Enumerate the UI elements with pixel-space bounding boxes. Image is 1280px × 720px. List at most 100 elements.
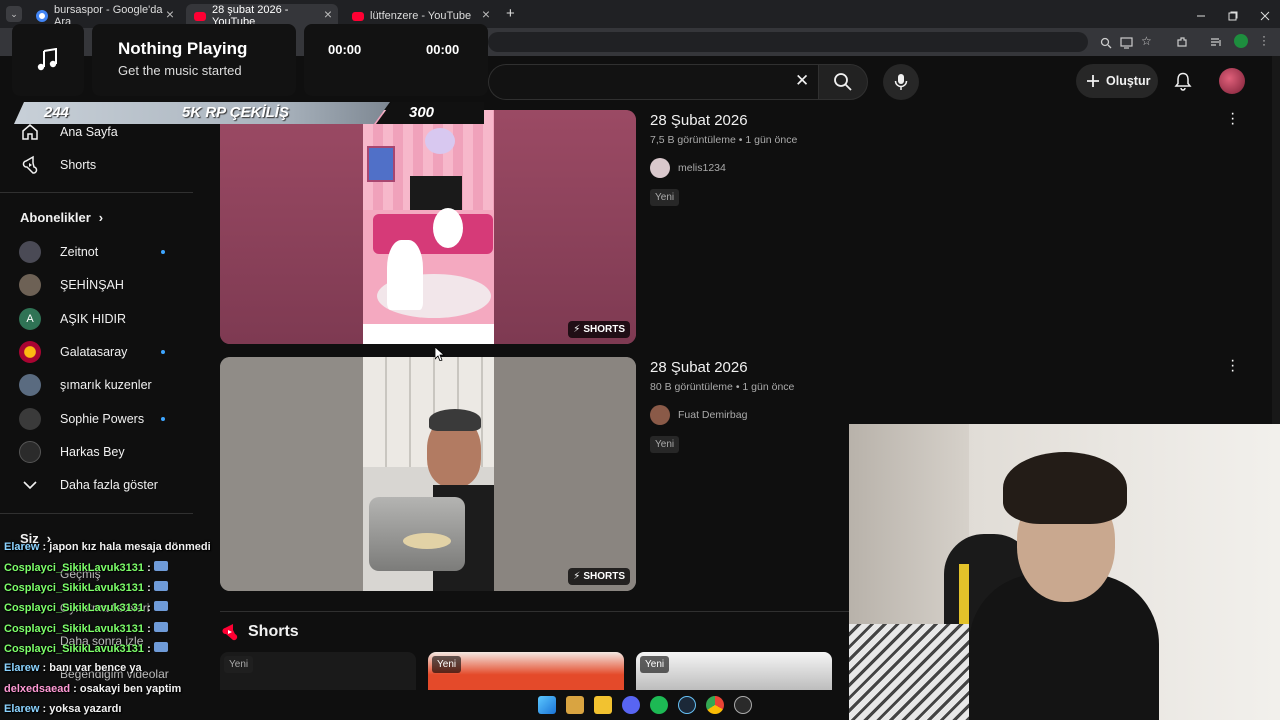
- notifications-bell-icon[interactable]: [1174, 72, 1192, 96]
- chat-message: Cosplayci_SikikLavuk3131 :: [4, 642, 168, 655]
- cast-icon[interactable]: [1120, 36, 1133, 54]
- chat-message: Cosplayci_SikikLavuk3131 :: [4, 581, 168, 594]
- chat-text: osakayi ben yaptim: [79, 683, 182, 695]
- meta-separator: •: [735, 381, 740, 393]
- file-manager-icon[interactable]: [566, 696, 584, 714]
- chat-username: Cosplayci_SikikLavuk3131: [4, 582, 145, 594]
- voice-search-button[interactable]: [883, 64, 919, 100]
- steam-icon[interactable]: [678, 696, 696, 714]
- sophie-powers-avatar: [19, 408, 41, 430]
- chat-emote-icon: [153, 642, 168, 652]
- folder-icon[interactable]: [594, 696, 612, 714]
- chat-separator: :: [42, 541, 47, 553]
- shorts-card[interactable]: Yeni: [428, 652, 624, 690]
- chrome-icon[interactable]: [706, 696, 724, 714]
- sidebar-item-sehinsah[interactable]: ŞEHİNŞAH: [18, 270, 124, 300]
- chat-separator: :: [147, 562, 151, 574]
- close-window-icon[interactable]: [1260, 8, 1270, 21]
- channel-avatar: [18, 340, 42, 364]
- shorts-card[interactable]: Yeni: [636, 652, 832, 690]
- shorts-badge-icon: ⚡: [573, 571, 581, 582]
- sidebar-item-galatasaray[interactable]: Galatasaray: [18, 337, 127, 367]
- rp-giveaway-banner: 244 5K RP ÇEKİLİŞ 300: [14, 102, 484, 124]
- show-more-button[interactable]: Daha fazla göster: [18, 470, 158, 500]
- video-thumbnail[interactable]: ⚡ SHORTS: [220, 357, 636, 591]
- search-input[interactable]: [488, 64, 818, 100]
- create-button[interactable]: Oluştur: [1076, 64, 1158, 98]
- chat-separator: :: [147, 602, 151, 614]
- minimize-window-icon[interactable]: [1196, 8, 1206, 18]
- clear-search-icon[interactable]: ✕: [795, 71, 809, 91]
- channel-name: melis1234: [678, 162, 726, 174]
- video-meta: 7,5 B görüntüleme • 1 gün önce: [650, 134, 797, 146]
- sidebar-item-zeitnot[interactable]: Zeitnot: [18, 237, 98, 267]
- channel-avatar: [650, 158, 670, 178]
- shorts-badge: ⚡ SHORTS: [568, 321, 630, 338]
- subscriptions-heading[interactable]: Abonelikler ›: [20, 210, 103, 225]
- search-button[interactable]: [818, 64, 868, 100]
- zoom-icon[interactable]: [1100, 36, 1112, 54]
- close-tab-icon[interactable]: ×: [324, 6, 332, 22]
- shorts-badge-icon: ⚡: [573, 324, 581, 335]
- chat-username: Cosplayci_SikikLavuk3131: [4, 623, 145, 635]
- video-meta: 80 B görüntüleme • 1 gün önce: [650, 381, 794, 393]
- video-title[interactable]: 28 Şubat 2026: [650, 112, 748, 129]
- new-badge: Yeni: [432, 656, 462, 673]
- sidebar-item-label: Shorts: [60, 158, 97, 172]
- thumbnail-frame: [363, 357, 494, 591]
- video-age: 1 gün önce: [742, 381, 795, 393]
- new-badge: Yeni: [650, 436, 680, 453]
- thumbnail-blur-right: [494, 357, 636, 591]
- sidebar-item-sophie-powers[interactable]: Sophie Powers: [18, 404, 144, 434]
- more-actions-icon[interactable]: · · ·: [1230, 353, 1236, 379]
- channel-avatar: [18, 440, 42, 464]
- chat-emote-icon: [153, 601, 168, 611]
- search-icon: [834, 73, 852, 91]
- rp-right-number: 300: [409, 104, 435, 121]
- chat-emote-icon: [153, 581, 168, 591]
- chrome-menu-icon[interactable]: · · ·: [1262, 30, 1266, 50]
- chevron-right-icon: ›: [98, 210, 104, 225]
- music-widget-time-panel: 00:00 00:00: [304, 24, 488, 96]
- video-thumbnail[interactable]: ⚡ SHORTS: [220, 110, 636, 344]
- sidebar-item-simarik-kuzenler[interactable]: şımarık kuzenler: [18, 370, 152, 400]
- media-controls-icon[interactable]: [1210, 35, 1223, 53]
- channel-avatar: [650, 405, 670, 425]
- account-avatar[interactable]: [1219, 68, 1245, 94]
- discord-icon[interactable]: [622, 696, 640, 714]
- video-title[interactable]: 28 Şubat 2026: [650, 359, 748, 376]
- thumbnail-blur-left: [220, 110, 363, 344]
- bookmark-star-icon[interactable]: ☆: [1141, 34, 1152, 48]
- close-tab-icon[interactable]: ×: [166, 6, 174, 22]
- new-content-dot: [161, 250, 165, 254]
- sidebar-item-harkas-bey[interactable]: Harkas Bey: [18, 437, 125, 467]
- music-widget-icon-panel: [12, 24, 84, 96]
- windows-start-icon[interactable]: [538, 696, 556, 714]
- channel-link[interactable]: melis1234: [650, 158, 726, 178]
- restore-window-icon[interactable]: [1228, 8, 1238, 21]
- chat-separator: :: [42, 662, 47, 674]
- sidebar-item-shorts[interactable]: Shorts: [18, 150, 96, 180]
- extensions-icon[interactable]: [1176, 35, 1188, 53]
- music-title: Nothing Playing: [118, 39, 248, 58]
- close-tab-icon[interactable]: ×: [482, 6, 490, 22]
- address-bar[interactable]: [488, 32, 1088, 52]
- sidebar-divider: [0, 513, 193, 514]
- more-actions-icon[interactable]: · · ·: [1230, 106, 1236, 132]
- chat-text: japon kız hala mesaja dönmedi: [49, 541, 211, 553]
- tab-list-dropdown-icon[interactable]: ⌄: [6, 6, 22, 22]
- channel-avatar: [18, 407, 42, 431]
- chat-message: Cosplayci_SikikLavuk3131 :: [4, 561, 168, 574]
- shorts-card[interactable]: Yeni: [220, 652, 416, 690]
- chat-username: Elarew: [4, 541, 40, 553]
- shorts-section-header: Shorts: [222, 623, 299, 641]
- mouse-cursor-icon: [434, 346, 446, 366]
- sidebar-item-asik-hidir[interactable]: A AŞIK HIDIR: [18, 304, 126, 334]
- profile-avatar[interactable]: [1234, 34, 1248, 48]
- new-tab-button[interactable]: +: [506, 5, 515, 22]
- webcam-feed: [849, 424, 1280, 720]
- channel-link[interactable]: Fuat Demirbag: [650, 405, 747, 425]
- app-icon[interactable]: [734, 696, 752, 714]
- spotify-icon[interactable]: [650, 696, 668, 714]
- thumbnail-blur-right: [494, 110, 636, 344]
